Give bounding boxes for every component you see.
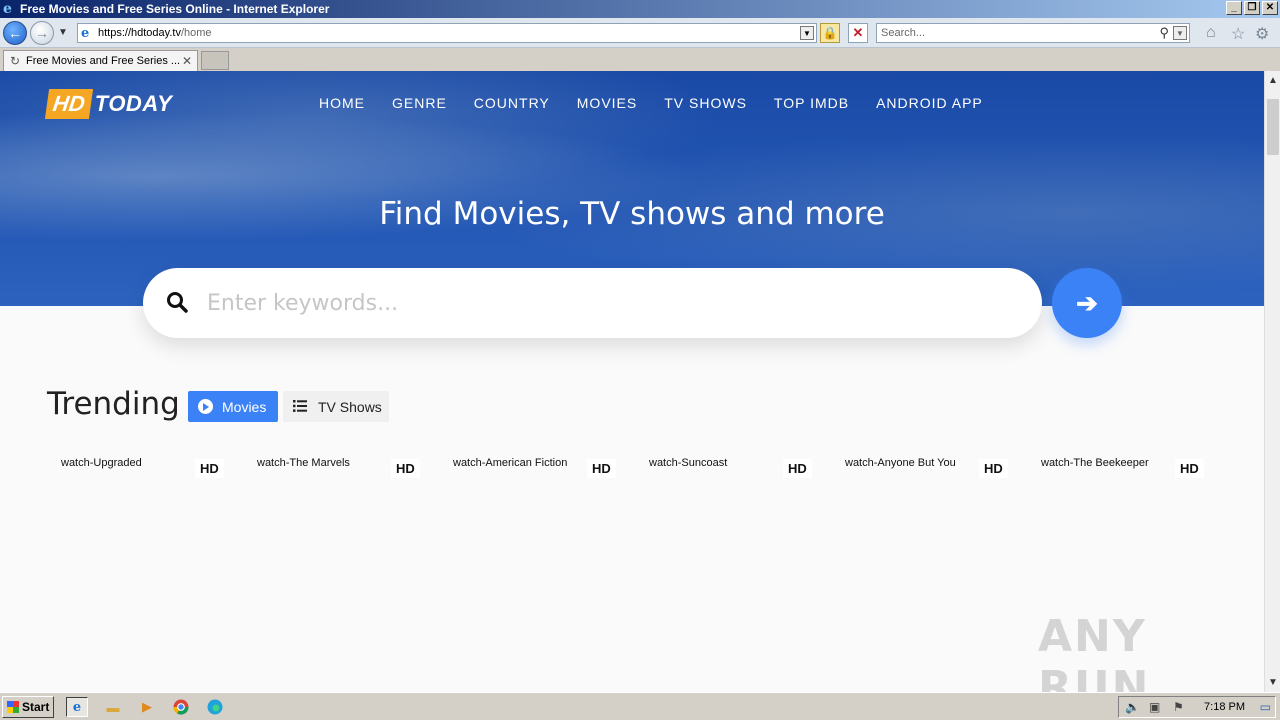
address-host: https://hdtoday.tv: [98, 27, 181, 39]
show-desktop-icon[interactable]: ▭: [1260, 700, 1271, 714]
nav-movies[interactable]: MOVIES: [577, 95, 637, 111]
window-controls: _ ❐ ✕: [1226, 1, 1278, 15]
site-logo[interactable]: HD TODAY: [44, 87, 173, 121]
tab-close-icon[interactable]: ✕: [182, 54, 192, 68]
trending-title: Trending: [47, 386, 180, 422]
quality-badge: HD: [195, 459, 224, 478]
movie-title: watch-Anyone But You: [845, 457, 956, 469]
nav-tv-shows[interactable]: TV SHOWS: [664, 95, 747, 111]
movie-title: watch-The Beekeeper: [1041, 457, 1149, 469]
search-submit-button[interactable]: ➔: [1052, 268, 1122, 338]
keyword-search-input[interactable]: [207, 284, 1007, 322]
quality-badge: HD: [1175, 459, 1204, 478]
taskbar-edge-icon[interactable]: [204, 697, 226, 717]
nav-genre[interactable]: GENRE: [392, 95, 447, 111]
tab-trending-movies-label: Movies: [222, 398, 267, 415]
minimize-button[interactable]: _: [1226, 1, 1242, 15]
home-icon[interactable]: ⌂: [1206, 24, 1216, 42]
logo-hd: HD: [44, 89, 93, 119]
browser-toolbar: ← → ▼ e https://hdtoday.tv/home ▼ 🔒 ✕ Se…: [0, 18, 1280, 48]
movie-title: watch-Upgraded: [61, 457, 142, 469]
play-circle-icon: [198, 399, 213, 414]
taskbar: Start e ▬ ▶ 🔈 ▣ ⚑ 7:18 PM ▭: [0, 692, 1280, 720]
address-path: /home: [180, 27, 212, 39]
search-icon[interactable]: ⚲: [1159, 25, 1169, 41]
taskbar-media-player-icon[interactable]: ▶: [136, 697, 158, 717]
action-center-flag-icon[interactable]: ⚑: [1173, 700, 1184, 714]
quality-badge: HD: [783, 459, 812, 478]
movie-title: watch-The Marvels: [257, 457, 350, 469]
lock-icon[interactable]: 🔒: [820, 23, 840, 43]
windows-flag-icon: [7, 701, 19, 713]
vertical-scrollbar[interactable]: ▲ ▼: [1264, 71, 1280, 692]
quality-badge: HD: [587, 459, 616, 478]
search-icon: [167, 292, 188, 313]
main-nav: HOME GENRE COUNTRY MOVIES TV SHOWS TOP I…: [319, 95, 1010, 111]
settings-gear-icon[interactable]: ⚙: [1255, 24, 1269, 44]
address-bar[interactable]: e https://hdtoday.tv/home ▼: [77, 23, 817, 43]
tab-active[interactable]: ↻ Free Movies and Free Series ... ✕: [3, 50, 198, 71]
history-dropdown-icon[interactable]: ▼: [58, 27, 68, 38]
movie-title: watch-Suncoast: [649, 457, 728, 469]
system-tray: 🔈 ▣ ⚑ 7:18 PM ▭: [1118, 696, 1276, 718]
taskbar-ie-icon[interactable]: e: [66, 697, 88, 717]
window-title: Free Movies and Free Series Online - Int…: [20, 2, 330, 16]
list-icon: [293, 400, 307, 412]
start-button[interactable]: Start: [2, 696, 54, 718]
tab-title: Free Movies and Free Series ...: [26, 55, 181, 67]
browser-search-placeholder: Search...: [881, 27, 926, 39]
scroll-up-icon[interactable]: ▲: [1268, 75, 1278, 86]
movie-card[interactable]: watch-The Beekeeper HD: [1027, 454, 1212, 494]
scroll-down-icon[interactable]: ▼: [1268, 677, 1278, 688]
movie-title: watch-American Fiction: [453, 457, 568, 469]
page-viewport: HD TODAY HOME GENRE COUNTRY MOVIES TV SH…: [0, 71, 1264, 692]
movie-card[interactable]: watch-Upgraded HD: [47, 454, 232, 494]
favorites-star-icon[interactable]: ☆: [1231, 24, 1245, 44]
clock[interactable]: 7:18 PM: [1204, 701, 1245, 713]
tab-trending-movies[interactable]: Movies: [188, 391, 278, 422]
tab-trending-tv-shows[interactable]: TV Shows: [283, 391, 389, 422]
page-favicon-icon: e: [81, 26, 90, 41]
address-dropdown-icon[interactable]: ▼: [800, 26, 814, 40]
volume-icon[interactable]: 🔈: [1125, 700, 1140, 714]
back-button[interactable]: ←: [3, 21, 27, 45]
restore-button[interactable]: ❐: [1244, 1, 1260, 15]
loading-spinner-icon: ↻: [10, 54, 21, 68]
ie-icon: e: [3, 1, 12, 17]
quality-badge: HD: [391, 459, 420, 478]
browser-search-input[interactable]: Search... ⚲ ▼: [876, 23, 1190, 43]
window-titlebar: e Free Movies and Free Series Online - I…: [0, 0, 1280, 18]
close-button[interactable]: ✕: [1262, 1, 1278, 15]
new-tab-button[interactable]: [201, 51, 229, 70]
logo-today: TODAY: [94, 91, 173, 116]
movie-card[interactable]: watch-American Fiction HD: [439, 454, 624, 494]
search-dropdown-icon[interactable]: ▼: [1173, 26, 1187, 40]
tab-trending-tv-label: TV Shows: [318, 398, 382, 415]
movie-card[interactable]: watch-Suncoast HD: [635, 454, 820, 494]
nav-top-imdb[interactable]: TOP IMDB: [774, 95, 849, 111]
network-icon[interactable]: ▣: [1149, 700, 1160, 714]
hero-title: Find Movies, TV shows and more: [379, 196, 885, 232]
nav-home[interactable]: HOME: [319, 95, 365, 111]
tab-strip: ↻ Free Movies and Free Series ... ✕: [0, 49, 1280, 71]
taskbar-chrome-icon[interactable]: [170, 697, 192, 717]
nav-android-app[interactable]: ANDROID APP: [876, 95, 983, 111]
movie-card[interactable]: watch-The Marvels HD: [243, 454, 428, 494]
quality-badge: HD: [979, 459, 1008, 478]
stop-button[interactable]: ✕: [848, 23, 868, 43]
site-search-box: [143, 268, 1042, 338]
start-label: Start: [22, 700, 50, 714]
scrollbar-thumb[interactable]: [1267, 99, 1279, 155]
anyrun-watermark: ANY RUN: [1038, 611, 1151, 692]
taskbar-folder-icon[interactable]: ▬: [102, 697, 124, 717]
movie-card[interactable]: watch-Anyone But You HD: [831, 454, 1016, 494]
forward-button[interactable]: →: [30, 21, 54, 45]
nav-country[interactable]: COUNTRY: [474, 95, 550, 111]
